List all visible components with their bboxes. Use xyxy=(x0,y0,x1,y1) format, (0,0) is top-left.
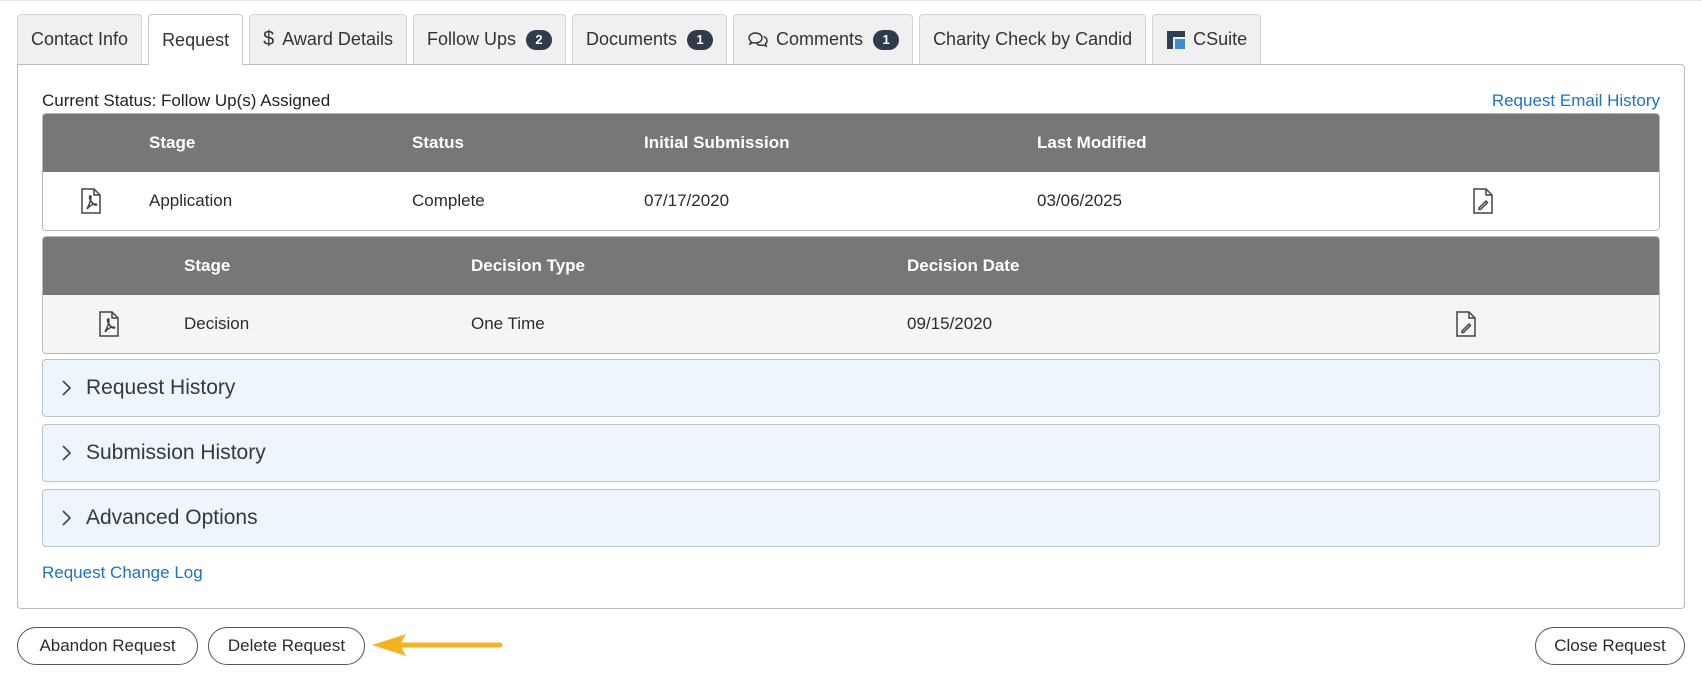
column-header: Initial Submission xyxy=(644,133,790,152)
close-request-button[interactable]: Close Request xyxy=(1535,627,1685,665)
abandon-request-button[interactable]: Abandon Request xyxy=(17,627,198,665)
accordion-label: Advanced Options xyxy=(86,506,258,529)
pdf-icon[interactable] xyxy=(97,310,123,338)
accordion-label: Submission History xyxy=(86,441,266,464)
current-status: Current Status: Follow Up(s) Assigned xyxy=(42,91,331,110)
column-header: Decision Type xyxy=(471,256,585,275)
csuite-logo-icon xyxy=(1166,30,1186,50)
table-row: Application Complete 07/17/2020 03/06/20… xyxy=(43,172,1659,230)
tab-label: Request xyxy=(162,29,230,50)
tab-label: Charity Check by Candid xyxy=(933,29,1133,49)
column-header: Last Modified xyxy=(1037,133,1147,152)
chevron-right-icon xyxy=(60,509,72,527)
initial-submission-cell: 07/17/2020 xyxy=(644,191,730,210)
count-badge: 1 xyxy=(687,29,714,50)
application-table: Stage Status Initial Submission Last Mod… xyxy=(42,113,1660,231)
table-row: Decision One Time 09/15/2020 xyxy=(43,295,1659,353)
column-header: Decision Date xyxy=(907,256,1020,275)
request-panel: Current Status: Follow Up(s) Assigned Re… xyxy=(17,64,1685,609)
tab-csuite[interactable]: CSuite xyxy=(1152,14,1262,64)
chevron-right-icon xyxy=(60,444,72,462)
tab-follow-ups[interactable]: Follow Ups 2 xyxy=(412,14,566,64)
tab-documents[interactable]: Documents 1 xyxy=(571,14,728,64)
column-header: Status xyxy=(412,133,464,152)
tab-label: Follow Ups xyxy=(426,29,516,49)
column-header: Stage xyxy=(184,256,231,275)
accordion-request-history[interactable]: Request History xyxy=(42,359,1660,417)
delete-request-button[interactable]: Delete Request xyxy=(208,627,365,665)
accordion-submission-history[interactable]: Submission History xyxy=(42,424,1660,482)
pdf-icon[interactable] xyxy=(79,187,105,215)
tab-award-details[interactable]: $ Award Details xyxy=(249,14,407,64)
top-divider xyxy=(0,0,1702,1)
tab-bar: Contact Info Request $ Award Details Fol… xyxy=(17,14,1267,65)
tab-label: CSuite xyxy=(1193,29,1248,49)
annotation-arrow-icon xyxy=(372,634,503,656)
count-badge: 1 xyxy=(873,29,900,50)
table-header: Stage Decision Type Decision Date xyxy=(43,237,1659,295)
column-header: Stage xyxy=(149,133,196,152)
tab-charity-check[interactable]: Charity Check by Candid xyxy=(919,14,1147,64)
stage-cell: Application xyxy=(149,191,233,210)
request-email-history-link[interactable]: Request Email History xyxy=(1492,91,1660,111)
stage-cell: Decision xyxy=(184,314,250,333)
tab-label: Contact Info xyxy=(31,29,129,49)
tab-label: Documents xyxy=(585,29,678,49)
table-header: Stage Status Initial Submission Last Mod… xyxy=(43,114,1659,172)
tab-label: Award Details xyxy=(282,29,393,49)
request-change-log-link[interactable]: Request Change Log xyxy=(42,563,203,583)
dollar-icon: $ xyxy=(263,28,275,50)
accordion-label: Request History xyxy=(86,376,236,399)
chevron-right-icon xyxy=(60,379,72,397)
edit-document-icon[interactable] xyxy=(1454,310,1480,338)
last-modified-cell: 03/06/2025 xyxy=(1037,191,1123,210)
decision-date-cell: 09/15/2020 xyxy=(907,314,993,333)
tab-request[interactable]: Request xyxy=(148,14,244,65)
status-cell: Complete xyxy=(412,191,485,210)
tab-comments[interactable]: Comments 1 xyxy=(733,14,914,64)
decision-table: Stage Decision Type Decision Date Decisi… xyxy=(42,236,1660,354)
accordion-advanced-options[interactable]: Advanced Options xyxy=(42,489,1660,547)
decision-type-cell: One Time xyxy=(471,314,545,333)
tab-contact-info[interactable]: Contact Info xyxy=(17,14,143,64)
comments-icon xyxy=(747,31,769,49)
count-badge: 2 xyxy=(525,29,552,50)
edit-document-icon[interactable] xyxy=(1471,187,1497,215)
tab-label: Comments xyxy=(776,29,864,49)
